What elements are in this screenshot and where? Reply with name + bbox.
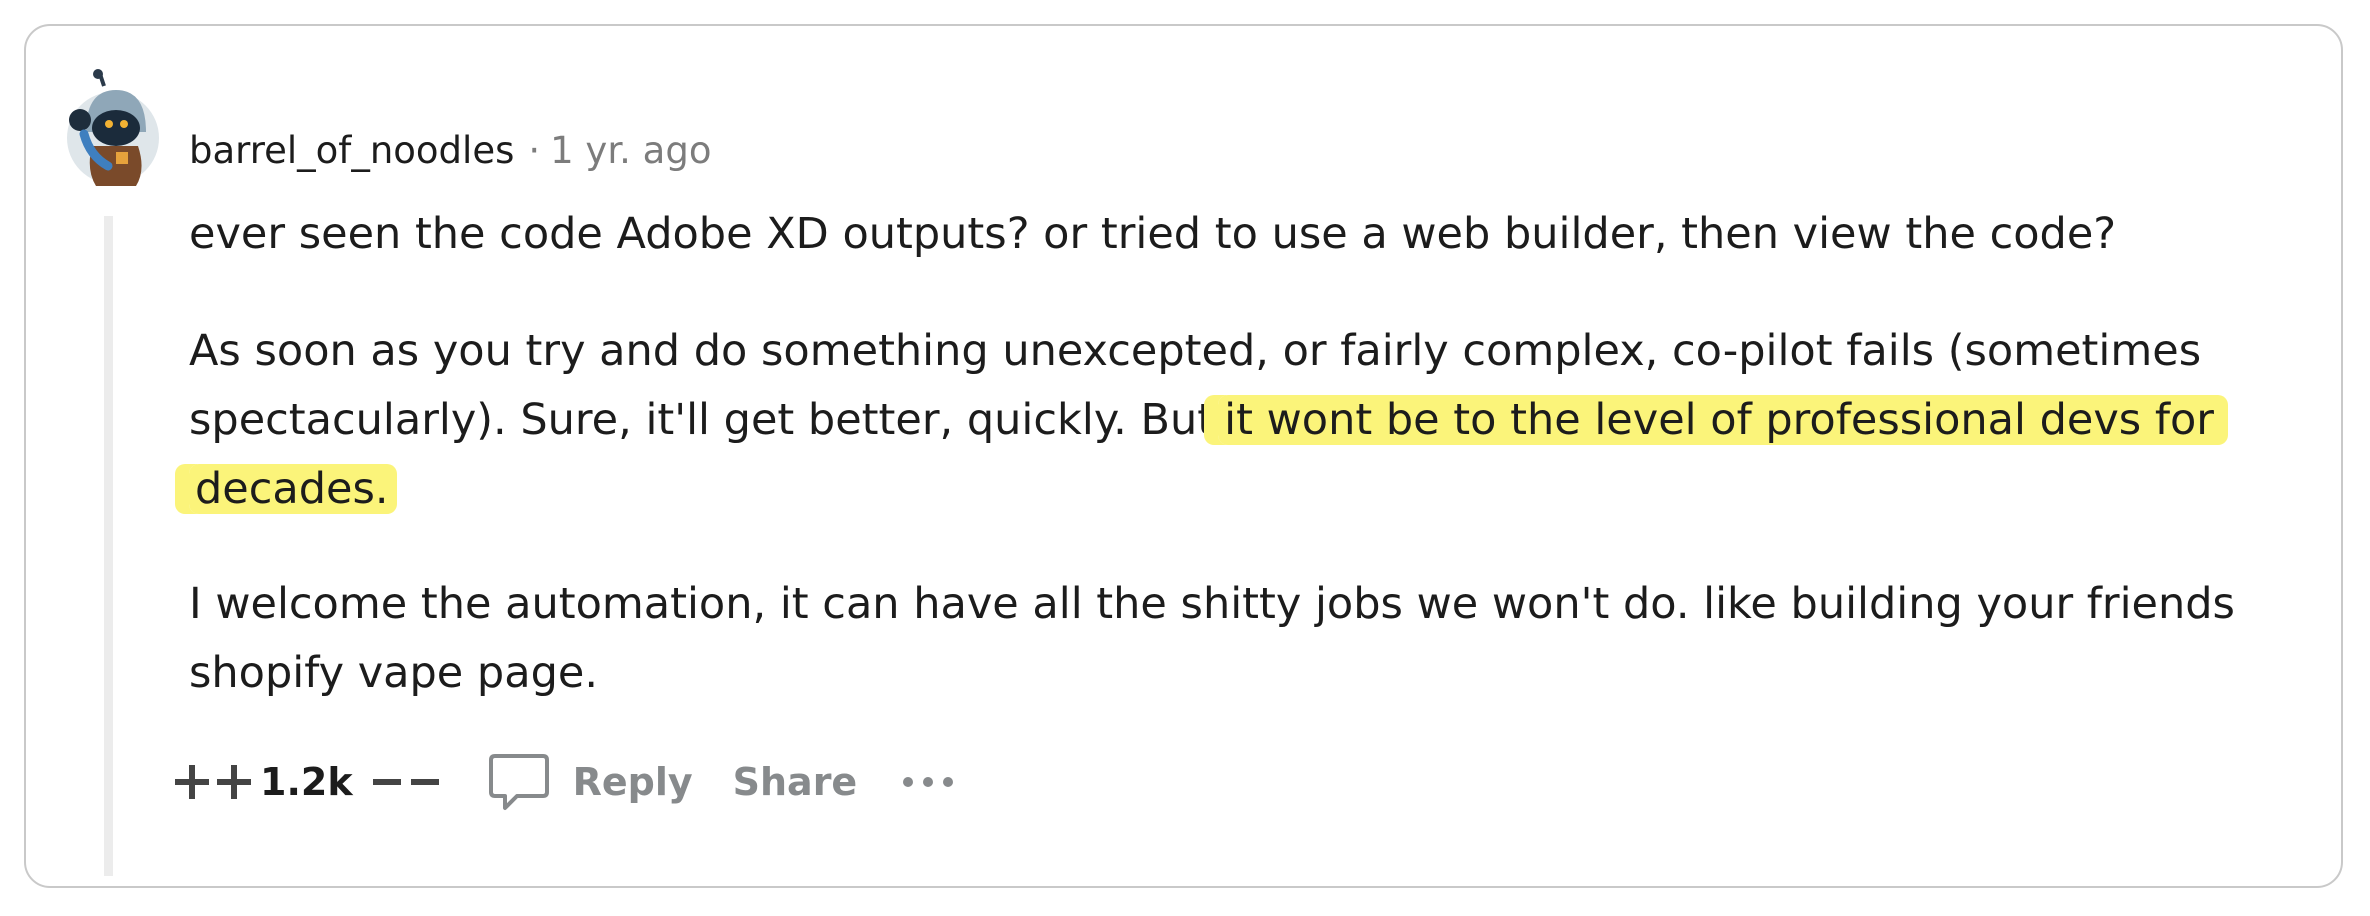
paragraph-2-plain-text: spectacularly). Sure, it'll get better, … bbox=[189, 395, 1215, 445]
comment-meta: barrel_of_noodles · 1 yr. ago bbox=[189, 120, 711, 180]
meta-separator: · bbox=[528, 128, 541, 172]
user-avatar[interactable] bbox=[66, 68, 160, 194]
share-button[interactable]: Share bbox=[733, 760, 858, 804]
highlighted-text: it wont be to the level of professional … bbox=[1218, 395, 2228, 445]
reply-label: Reply bbox=[572, 760, 693, 804]
username-link[interactable]: barrel_of_noodles bbox=[189, 129, 514, 172]
snoo-avatar-icon bbox=[67, 69, 159, 186]
comment-timestamp[interactable]: 1 yr. ago bbox=[550, 129, 711, 172]
paragraph-2-line-1: As soon as you try and do something unex… bbox=[189, 326, 2202, 376]
plus-icon bbox=[175, 765, 251, 799]
comment-paragraph-1: ever seen the code Adobe XD outputs? or … bbox=[189, 209, 2117, 259]
more-options-button[interactable] bbox=[901, 774, 955, 790]
vote-score: 1.2k bbox=[260, 760, 353, 804]
paragraph-2-line-3: decades. bbox=[189, 455, 2228, 524]
downvote-button[interactable] bbox=[365, 752, 447, 812]
comment-action-bar: 1.2k Reply Share bbox=[172, 752, 955, 812]
paragraph-3-line-1: I welcome the automation, it can have al… bbox=[189, 579, 2235, 629]
minus-icon bbox=[372, 779, 439, 785]
comment-paragraph-2: As soon as you try and do something unex… bbox=[189, 317, 2228, 524]
comment-paragraph-3: I welcome the automation, it can have al… bbox=[189, 570, 2235, 708]
speech-bubble-icon bbox=[488, 754, 549, 810]
reply-button[interactable]: Reply bbox=[487, 750, 693, 814]
paragraph-2-line-2: spectacularly). Sure, it'll get better, … bbox=[189, 386, 2228, 455]
upvote-button[interactable] bbox=[172, 752, 254, 812]
paragraph-3-line-2: shopify vape page. bbox=[189, 648, 598, 698]
share-label: Share bbox=[732, 760, 858, 804]
ellipsis-icon bbox=[903, 777, 954, 787]
thread-line[interactable] bbox=[104, 216, 113, 876]
highlighted-text-continued: decades. bbox=[189, 464, 397, 514]
